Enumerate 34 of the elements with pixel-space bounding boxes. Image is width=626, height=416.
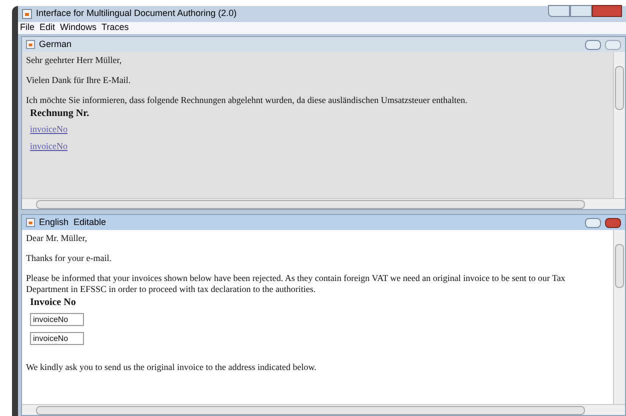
table-heading: Rechnung Nr.: [29, 108, 90, 119]
invoice-link[interactable]: invoiceNo: [30, 124, 68, 135]
scroll-thumb[interactable]: [36, 406, 585, 414]
invoice-field[interactable]: invoiceNo: [30, 313, 84, 326]
horizontal-scrollbar[interactable]: [22, 404, 625, 415]
paragraph: Thanks for your e-mail.: [26, 253, 112, 264]
window-title: Interface for Multilingual Document Authoring (2.0): [36, 7, 237, 20]
menu-item[interactable]: Edit: [40, 21, 56, 35]
paragraph: Sehr geehrter Herr Müller,: [26, 55, 123, 66]
menu-item[interactable]: Windows: [60, 21, 97, 35]
scroll-thumb[interactable]: [615, 66, 624, 110]
invoice-link[interactable]: invoiceNo: [30, 141, 68, 152]
scroll-thumb[interactable]: [36, 200, 585, 208]
scroll-thumb[interactable]: [615, 244, 624, 288]
invoice-field[interactable]: invoiceNo: [30, 332, 84, 345]
pane-title: English Editable: [39, 216, 106, 229]
minimize-button[interactable]: [548, 5, 570, 17]
maximize-button[interactable]: [570, 5, 592, 17]
paragraph: Dear Mr. Müller,: [26, 233, 88, 244]
paragraph: We kindly ask you to send us the original invoice to the address indicated below.: [26, 362, 318, 373]
horizontal-scrollbar[interactable]: [22, 198, 625, 209]
menu-item[interactable]: Traces: [102, 21, 129, 35]
vertical-scrollbar[interactable]: [613, 230, 625, 404]
table-heading: Invoice No: [29, 297, 77, 308]
vertical-scrollbar[interactable]: [613, 52, 625, 198]
restore-button[interactable]: [585, 40, 601, 50]
close-button[interactable]: [605, 218, 621, 228]
paragraph: Please be informed that your invoices shown below have been rejected. As they contain foreign VAT we need an original invoice to be sent to our Tax Department in EFSSC in order to proceed with tax declaration to the authorities.: [26, 273, 566, 295]
paragraph: Vielen Dank für Ihre E-Mail.: [26, 75, 132, 86]
document-editor[interactable]: [22, 230, 613, 404]
paragraph: Ich möchte Sie informieren, dass folgende Rechnungen abgelehnt wurden, da diese ausländischen Umsatzsteuer enthalten.: [26, 95, 468, 106]
restore-button[interactable]: [585, 218, 601, 228]
menu-item[interactable]: File: [20, 21, 35, 35]
pane-title: German: [39, 38, 72, 51]
